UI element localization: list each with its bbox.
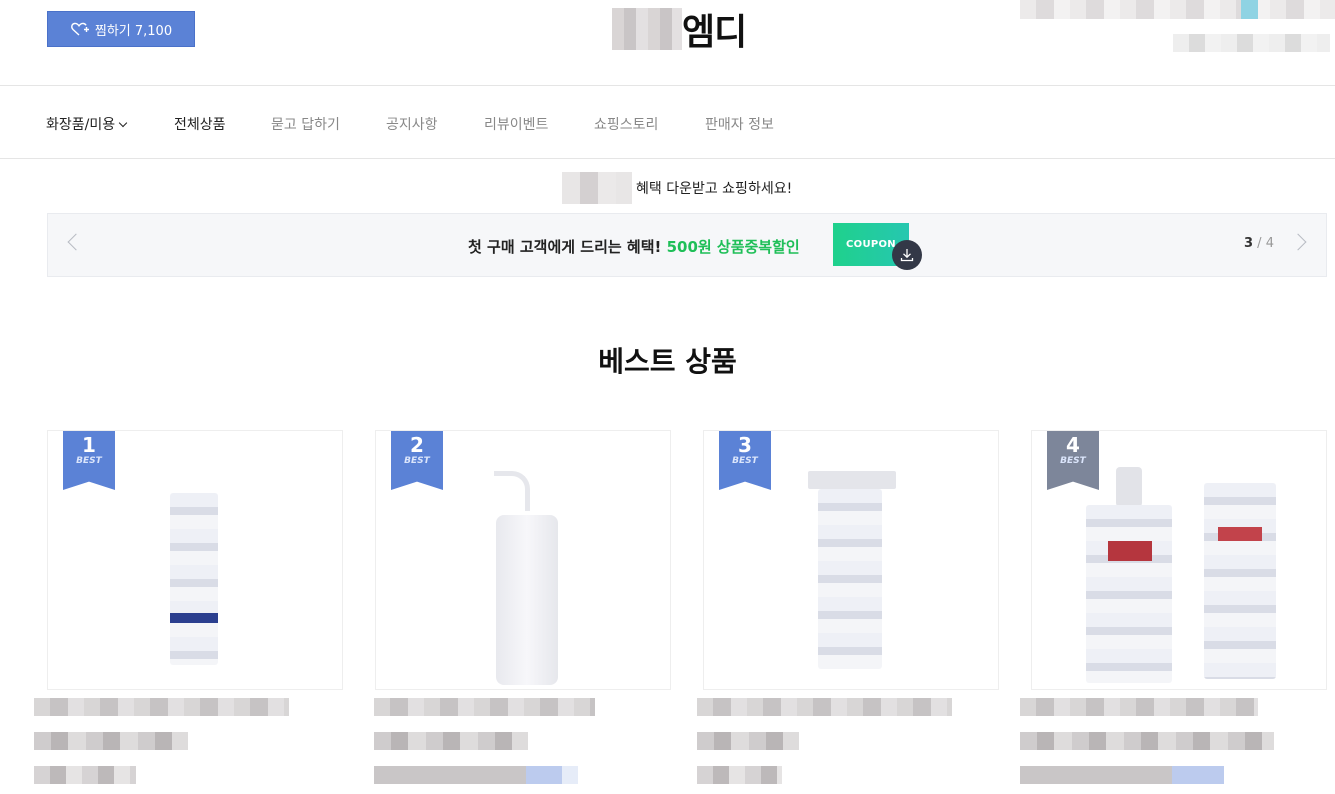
product-card[interactable]: 4 BEST bbox=[1031, 430, 1327, 690]
product-image-2 bbox=[1204, 483, 1276, 679]
product-image-pump bbox=[494, 471, 530, 511]
product-info[interactable] bbox=[1020, 698, 1320, 784]
product-card[interactable]: 3 BEST bbox=[703, 430, 999, 690]
product-image-band bbox=[170, 613, 218, 623]
product-title-redacted bbox=[697, 698, 952, 716]
product-price-redacted bbox=[697, 732, 799, 750]
nav-item-notice[interactable]: 공지사항 bbox=[386, 114, 438, 134]
product-title-redacted bbox=[34, 698, 289, 716]
chevron-right-icon[interactable] bbox=[1289, 233, 1307, 251]
pager-current: 3 bbox=[1244, 236, 1254, 251]
product-card[interactable]: 1 BEST bbox=[47, 430, 343, 690]
logo-text: 엠디 bbox=[682, 12, 747, 53]
category-nav: 화장품/미용 전체상품 묻고 답하기 공지사항 리뷰이벤트 쇼핑스토리 판매자 … bbox=[0, 86, 1335, 159]
nav-item-seller-info[interactable]: 판매자 정보 bbox=[705, 114, 774, 134]
benefit-redacted bbox=[562, 172, 632, 204]
product-info[interactable] bbox=[697, 698, 997, 784]
benefit-notice: 혜택 다운받고 쇼핑하세요! bbox=[562, 172, 792, 204]
rank-badge: 4 BEST bbox=[1047, 431, 1099, 490]
top-right-accent bbox=[1241, 0, 1258, 19]
rank-label: BEST bbox=[404, 456, 430, 466]
product-image-cap bbox=[808, 471, 896, 489]
top-right-sublinks-redacted[interactable] bbox=[1173, 34, 1330, 52]
banner-highlight-text: 500원 상품중복할인 bbox=[666, 238, 800, 256]
banner-text: 첫 구매 고객에게 드리는 혜택! 500원 상품중복할인 bbox=[468, 236, 800, 257]
nav-item-shopping-story[interactable]: 쇼핑스토리 bbox=[594, 114, 658, 134]
nav-item-qna[interactable]: 묻고 답하기 bbox=[271, 114, 340, 134]
product-image-2-label bbox=[1218, 527, 1262, 541]
logo-redacted bbox=[612, 8, 682, 50]
product-image bbox=[1086, 505, 1172, 683]
nav-item-all-products[interactable]: 전체상품 bbox=[174, 114, 226, 134]
product-info[interactable] bbox=[34, 698, 334, 784]
site-header: 찜하기 7,100 엠디 bbox=[0, 0, 1335, 86]
product-price-redacted bbox=[374, 732, 528, 750]
product-meta-redacted bbox=[34, 766, 136, 784]
product-image-label bbox=[1108, 541, 1152, 561]
pager-separator: / bbox=[1253, 236, 1266, 251]
chevron-left-icon[interactable] bbox=[67, 233, 85, 251]
nav-item-review-event[interactable]: 리뷰이벤트 bbox=[484, 114, 548, 134]
section-title: 베스트 상품 bbox=[598, 345, 737, 378]
product-price-redacted bbox=[34, 732, 188, 750]
banner-main-text: 첫 구매 고객에게 드리는 혜택! bbox=[468, 238, 662, 256]
product-title-redacted bbox=[374, 698, 595, 716]
product-title-redacted bbox=[1020, 698, 1258, 716]
rank-badge: 2 BEST bbox=[391, 431, 443, 490]
favorite-label: 찜하기 7,100 bbox=[94, 23, 173, 39]
nav-item-cosmetics[interactable]: 화장품/미용 bbox=[46, 114, 128, 134]
product-price-redacted bbox=[1020, 732, 1274, 750]
rank-label: BEST bbox=[1060, 456, 1086, 466]
product-meta-redacted bbox=[697, 766, 782, 784]
banner-pager: 3 / 4 bbox=[1244, 236, 1274, 251]
benefit-text: 혜택 다운받고 쇼핑하세요! bbox=[636, 181, 793, 197]
rank-badge: 3 BEST bbox=[719, 431, 771, 490]
rank-badge: 1 BEST bbox=[63, 431, 115, 490]
product-meta-redacted bbox=[1020, 766, 1224, 784]
coupon-label: COUPON bbox=[846, 239, 896, 250]
product-meta-redacted bbox=[374, 766, 578, 784]
nav-item-label: 화장품/미용 bbox=[46, 117, 116, 133]
coupon-banner: 첫 구매 고객에게 드리는 혜택! 500원 상품중복할인 COUPON 3 /… bbox=[47, 213, 1327, 277]
product-image-cap bbox=[1116, 467, 1142, 507]
store-logo[interactable]: 엠디 bbox=[612, 6, 747, 53]
product-card[interactable]: 2 BEST bbox=[375, 430, 671, 690]
product-image bbox=[170, 493, 218, 665]
rank-label: BEST bbox=[76, 456, 102, 466]
product-image bbox=[818, 489, 882, 669]
rank-label: BEST bbox=[732, 456, 758, 466]
heart-plus-icon bbox=[70, 22, 89, 36]
chevron-down-icon bbox=[118, 118, 128, 128]
download-icon[interactable] bbox=[892, 240, 922, 270]
product-info[interactable] bbox=[374, 698, 674, 784]
favorite-button[interactable]: 찜하기 7,100 bbox=[47, 11, 195, 47]
pager-total: 4 bbox=[1265, 236, 1274, 251]
product-image bbox=[496, 515, 558, 685]
top-right-links-redacted[interactable] bbox=[1020, 0, 1335, 19]
